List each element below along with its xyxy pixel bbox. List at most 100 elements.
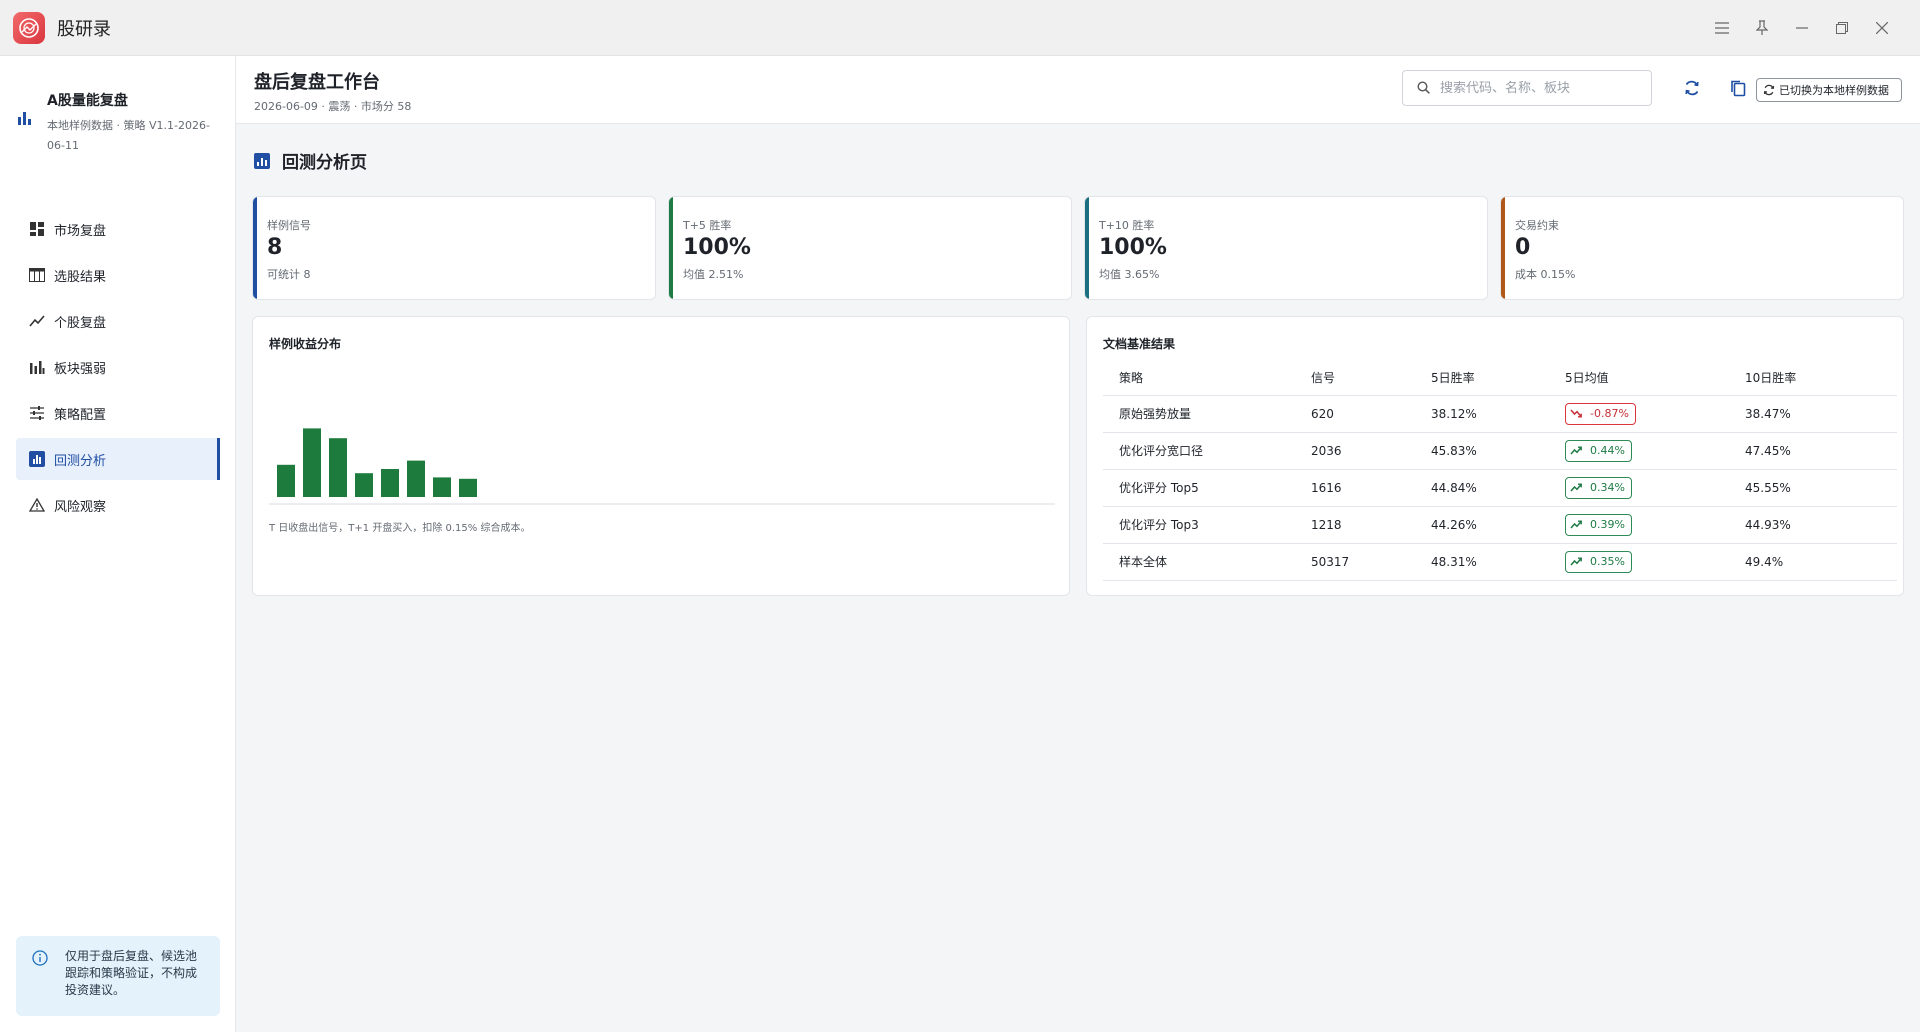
- column-header: 10日胜率: [1745, 361, 1897, 396]
- column-header: 5日胜率: [1431, 361, 1565, 396]
- cell-strategy: 优化评分 Top3: [1103, 506, 1311, 544]
- card-value: 8: [267, 235, 283, 260]
- nav-item[interactable]: 回测分析: [16, 438, 220, 480]
- cell-avg5: -0.87%: [1565, 395, 1745, 433]
- cell-signals: 620: [1311, 395, 1431, 433]
- nav-item[interactable]: 市场复盘: [16, 208, 220, 250]
- benchmark-table: 策略 信号 5日胜率 5日均值 10日胜率 原始强势放量 620 38.12% -0.87% 3…: [1103, 361, 1897, 581]
- stat-card: T+5 胜率 100% 均值 2.51%: [668, 196, 1072, 300]
- refresh-icon: [1685, 80, 1699, 96]
- search-box[interactable]: [1402, 70, 1652, 106]
- column-header: 5日均值: [1565, 361, 1745, 396]
- brand-subtitle: 本地样例数据 · 策略 V1.1-2026-06-11: [47, 119, 210, 152]
- page-title: 盘后复盘工作台: [254, 72, 380, 93]
- info-icon: [32, 950, 48, 970]
- table-body: 原始强势放量 620 38.12% -0.87% 38.47% 优化评分宽口径 2036 45…: [1103, 395, 1897, 581]
- nav-item[interactable]: 策略配置: [16, 392, 220, 434]
- sync-icon: [1763, 84, 1775, 96]
- app-title: 股研录: [57, 18, 111, 40]
- trend-up-icon: [1570, 557, 1586, 566]
- nav-item[interactable]: 个股复盘: [16, 300, 220, 342]
- card-subtext: 均值 2.51%: [683, 268, 744, 281]
- analytics-icon: [254, 152, 270, 169]
- sidebar-nav: 市场复盘选股结果个股复盘板块强弱策略配置回测分析风险观察: [16, 208, 220, 530]
- dashboard-icon: [28, 220, 46, 238]
- trend-up-icon: [1570, 446, 1586, 455]
- cell-win5: 38.12%: [1431, 395, 1565, 433]
- sidebar: A股量能复盘 本地样例数据 · 策略 V1.1-2026-06-11 市场复盘选…: [0, 56, 236, 1032]
- cell-win5: 44.84%: [1431, 469, 1565, 507]
- table-icon: [28, 266, 46, 284]
- stat-card: T+10 胜率 100% 均值 3.65%: [1084, 196, 1488, 300]
- table-row: 优化评分 Top5 1616 44.84% 0.34% 45.55%: [1103, 469, 1897, 507]
- refresh-button[interactable]: [1680, 76, 1704, 100]
- section-title: 回测分析页: [282, 153, 367, 173]
- card-label: 交易约束: [1515, 219, 1559, 232]
- trend-down-icon: [1570, 409, 1586, 418]
- avg5-badge: 0.39%: [1565, 513, 1632, 536]
- table-row: 样本全体 50317 48.31% 0.35% 49.4%: [1103, 543, 1897, 581]
- warning-icon: [28, 496, 46, 514]
- copy-icon: [1731, 80, 1746, 97]
- avg5-badge: -0.87%: [1565, 402, 1636, 425]
- trend-icon: [28, 312, 46, 330]
- chart-bar: [329, 438, 347, 497]
- cell-strategy: 优化评分 Top5: [1103, 469, 1311, 507]
- avg5-value: 0.39%: [1590, 518, 1625, 531]
- card-value: 100%: [683, 235, 751, 260]
- benchmark-panel: 文档基准结果 策略 信号 5日胜率 5日均值 10日胜率 原始强势放量 620 38.12%…: [1086, 316, 1904, 596]
- title-bar: 股研录: [0, 0, 1920, 56]
- chart-bar: [303, 428, 321, 497]
- chart-note: T 日收盘出信号，T+1 开盘买入，扣除 0.15% 综合成本。: [269, 523, 531, 534]
- nav-item-label: 市场复盘: [54, 223, 107, 239]
- brand-title: A股量能复盘: [47, 93, 128, 109]
- copy-button[interactable]: [1726, 76, 1750, 100]
- card-subtext: 成本 0.15%: [1515, 268, 1576, 281]
- cell-win5: 44.26%: [1431, 506, 1565, 544]
- nav-item-label: 选股结果: [54, 269, 107, 285]
- nav-item[interactable]: 板块强弱: [16, 346, 220, 388]
- card-accent-bar: [1085, 197, 1089, 299]
- card-label: T+5 胜率: [683, 219, 732, 232]
- disclaimer-notice: 仅用于盘后复盘、候选池跟踪和策略验证，不构成投资建议。: [16, 936, 220, 1016]
- disclaimer-text: 仅用于盘后复盘、候选池跟踪和策略验证，不构成投资建议。: [65, 949, 198, 997]
- minimize-icon[interactable]: [1782, 8, 1822, 48]
- nav-item[interactable]: 选股结果: [16, 254, 220, 296]
- avg5-badge: 0.34%: [1565, 476, 1632, 499]
- table-title: 文档基准结果: [1103, 337, 1176, 351]
- search-icon: [1417, 79, 1430, 98]
- app-logo: [13, 11, 45, 44]
- cell-win10: 47.45%: [1745, 432, 1897, 470]
- restore-icon[interactable]: [1822, 8, 1862, 48]
- search-input[interactable]: [1440, 80, 1640, 96]
- stat-card: 交易约束 0 成本 0.15%: [1500, 196, 1904, 300]
- avg5-value: 0.34%: [1590, 481, 1625, 494]
- cell-signals: 1218: [1311, 506, 1431, 544]
- avg5-value: 0.44%: [1590, 444, 1625, 457]
- chart-bar: [407, 460, 425, 497]
- cell-strategy: 原始强势放量: [1103, 395, 1311, 433]
- nav-item-label: 板块强弱: [54, 361, 107, 377]
- sliders-icon: [28, 404, 46, 422]
- nav-item-label: 回测分析: [54, 453, 107, 469]
- trend-up-icon: [1570, 483, 1586, 492]
- column-header: 策略: [1103, 361, 1311, 396]
- avg5-value: 0.35%: [1590, 555, 1625, 568]
- card-subtext: 可统计 8: [267, 268, 311, 281]
- close-icon[interactable]: [1862, 8, 1902, 48]
- chart-bar: [381, 469, 399, 497]
- nav-item-label: 个股复盘: [54, 315, 107, 331]
- card-subtext: 均值 3.65%: [1099, 268, 1160, 281]
- menu-icon[interactable]: [1702, 8, 1742, 48]
- cell-win10: 49.4%: [1745, 543, 1897, 581]
- cell-win5: 48.31%: [1431, 543, 1565, 581]
- cell-win10: 38.47%: [1745, 395, 1897, 433]
- local-data-button[interactable]: 已切换为本地样例数据: [1756, 78, 1902, 102]
- distribution-chart: [269, 428, 1055, 505]
- avg5-badge: 0.35%: [1565, 550, 1632, 573]
- window-controls: [1702, 0, 1902, 56]
- chart-bar: [459, 478, 477, 497]
- nav-item[interactable]: 风险观察: [16, 484, 220, 526]
- column-header: 信号: [1311, 361, 1431, 396]
- pin-icon[interactable]: [1742, 8, 1782, 48]
